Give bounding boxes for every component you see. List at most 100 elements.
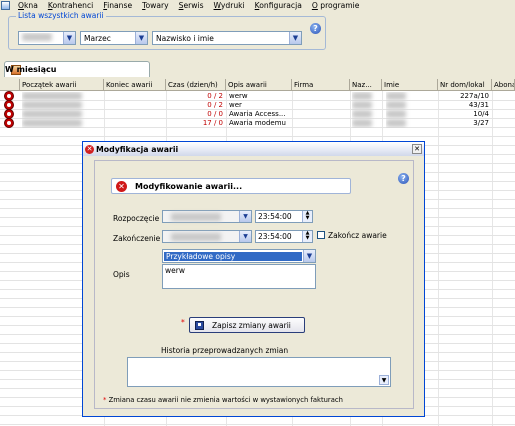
dialog-panel: ✕ Modyfikowanie awarii... ? Rozpoczęcie … [94, 160, 414, 409]
chevron-down-icon[interactable]: ▼ [303, 250, 315, 262]
end-date-picker[interactable]: ▼ [162, 230, 252, 243]
cell-surname [352, 92, 380, 101]
tab-w-miesiacu[interactable]: W miesiącu [4, 61, 150, 77]
required-star: * [181, 318, 185, 327]
dialog-header: ✕ Modyfikowanie awarii... [111, 178, 351, 194]
start-time-input[interactable]: 23:54:00 ▲ ▼ [255, 210, 313, 223]
save-button[interactable]: Zapisz zmiany awarii [189, 317, 305, 333]
empty-row [0, 416, 515, 425]
cell-nr: 227a/10 [460, 92, 489, 100]
end-time-input[interactable]: 23:54:00 ▲ ▼ [255, 230, 313, 243]
finish-checkbox[interactable] [317, 231, 325, 239]
col-header-abon[interactable]: Abona [492, 79, 515, 91]
year-select-value [19, 33, 63, 43]
dialog-title: Modyfikacja awarii [96, 144, 179, 154]
menu-o-programie[interactable]: O programie [307, 1, 365, 10]
chevron-down-icon[interactable]: ▼ [63, 32, 75, 44]
cell-name [386, 110, 436, 119]
error-icon: ✕ [116, 180, 127, 192]
cell-time: 0 / 2 [207, 92, 223, 100]
table-row[interactable]: 17 / 0 Awaria modemu 3/27 [0, 118, 515, 128]
col-header-name[interactable]: Imie [382, 79, 438, 91]
cell-surname [352, 110, 380, 119]
menu-wydruki[interactable]: Wydruki [209, 1, 250, 10]
dialog-titlebar[interactable]: ✕ Modyfikacja awarii ✕ [83, 142, 424, 156]
cell-start [22, 101, 102, 110]
empty-row [0, 128, 515, 137]
modify-failure-dialog: ✕ Modyfikacja awarii ✕ ✕ Modyfikowanie a… [82, 141, 425, 417]
cell-nr: 43/31 [468, 101, 489, 109]
col-header-surname[interactable]: Naz... [350, 79, 382, 91]
cell-start [22, 119, 102, 128]
help-icon[interactable]: ? [310, 23, 321, 34]
menu-bar: Okna Kontrahenci Finanse Towary Serwis W… [0, 0, 515, 11]
note: * Zmiana czasu awarii nie zmienia wartoś… [103, 396, 343, 404]
help-icon[interactable]: ? [398, 173, 409, 184]
end-label: Zakończenie [113, 234, 161, 243]
col-header-time[interactable]: Czas (dzien/h) [166, 79, 226, 91]
menu-kontrahenci[interactable]: Kontrahenci [43, 1, 98, 10]
chevron-down-icon[interactable]: ▼ [239, 231, 251, 242]
chevron-down-icon[interactable]: ▼ [289, 32, 301, 44]
chevron-down-icon[interactable]: ▼ [239, 211, 251, 222]
col-header-nr[interactable]: Nr dom/lokal [438, 79, 492, 91]
error-icon: ✕ [85, 144, 94, 154]
col-header-start[interactable]: Początek awarii [20, 79, 104, 91]
cell-surname [352, 119, 380, 128]
menu-konfiguracja[interactable]: Konfiguracja [250, 1, 307, 10]
cell-name [386, 92, 436, 101]
chevron-down-icon[interactable]: ▼ [135, 32, 147, 44]
tab-label: W miesiącu [5, 65, 57, 74]
cell-start [22, 92, 102, 101]
col-header-company[interactable]: Firma [292, 79, 350, 91]
menu-okna[interactable]: Okna [13, 1, 43, 10]
start-label: Rozpoczęcie [113, 214, 160, 223]
sort-select-value: Nazwisko i imie [156, 33, 214, 43]
col-header-status[interactable] [0, 79, 20, 91]
month-select[interactable]: Marzec ▼ [80, 31, 148, 45]
col-header-end[interactable]: Koniec awarii [104, 79, 166, 91]
menu-towary[interactable]: Towary [137, 1, 174, 10]
cell-time: 0 / 2 [207, 101, 223, 109]
month-select-value: Marzec [84, 33, 111, 43]
cell-name [386, 119, 436, 128]
cell-time: 17 / 0 [202, 119, 223, 127]
col-header-desc[interactable]: Opis awarii [226, 79, 292, 91]
status-error-icon [4, 118, 14, 128]
end-time-value: 23:54:00 [258, 232, 292, 241]
table-row[interactable]: 0 / 2 wer 43/31 [0, 100, 515, 110]
desc-label: Opis [113, 270, 130, 279]
desc-textarea[interactable]: werw [162, 264, 316, 289]
cell-desc: wer [229, 101, 242, 109]
cell-desc: werw [229, 92, 248, 100]
sort-select[interactable]: Nazwisko i imie ▼ [152, 31, 302, 45]
cell-desc: Awaria modemu [229, 119, 286, 127]
menu-serwis[interactable]: Serwis [174, 1, 209, 10]
cell-surname [352, 101, 380, 110]
sample-descriptions-value: Przykładowe opisy [164, 251, 302, 261]
table-row[interactable]: 0 / 0 Awaria Access... 10/4 [0, 109, 515, 119]
table-row[interactable]: 0 / 2 werw 227a/10 [0, 91, 515, 101]
year-select[interactable]: ▼ [18, 31, 76, 45]
sample-descriptions-select[interactable]: Przykładowe opisy ▼ [162, 249, 316, 263]
cell-desc: Awaria Access... [229, 110, 286, 118]
close-button[interactable]: ✕ [412, 144, 422, 154]
time-spinner[interactable]: ▲ ▼ [302, 231, 312, 242]
history-label: Historia przeprowadzanych zmian [161, 346, 289, 355]
cell-start [22, 110, 102, 119]
cell-name [386, 101, 436, 110]
cell-nr: 3/27 [473, 119, 489, 127]
start-date-picker[interactable]: ▼ [162, 210, 252, 223]
filter-legend: Lista wszystkich awarii [16, 11, 106, 20]
floppy-disk-icon [195, 320, 204, 330]
app-icon [1, 1, 10, 10]
desc-value: werw [165, 266, 185, 275]
note-text: Zmiana czasu awarii nie zmienia wartości… [108, 396, 343, 404]
finish-label: Zakończ awarie [328, 231, 387, 240]
time-spinner[interactable]: ▲ ▼ [302, 211, 312, 222]
cell-time: 0 / 0 [207, 110, 223, 118]
scroll-down-icon[interactable]: ▼ [379, 375, 389, 385]
dialog-header-label: Modyfikowanie awarii... [135, 181, 243, 191]
history-list[interactable]: ▼ [127, 357, 391, 387]
menu-finanse[interactable]: Finanse [98, 1, 137, 10]
